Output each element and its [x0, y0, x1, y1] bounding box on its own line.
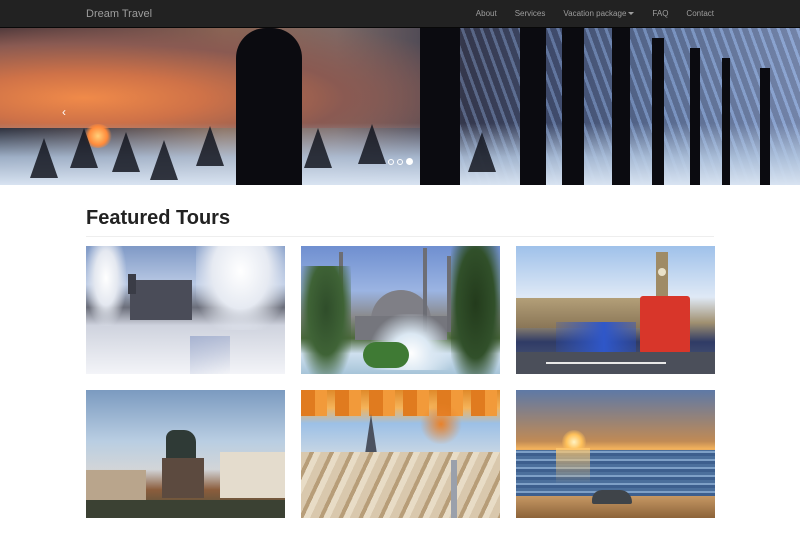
- tree-trunk: [236, 28, 302, 185]
- classical-building: [220, 452, 285, 498]
- carousel-indicator-active[interactable]: [406, 158, 413, 165]
- eiffel-tower: [365, 414, 377, 454]
- tree-silhouette: [112, 132, 140, 172]
- tree-silhouette: [196, 126, 224, 166]
- red-bus: [640, 296, 690, 354]
- snow-path: [190, 336, 230, 374]
- carousel-indicators: [388, 158, 413, 165]
- tree-trunk: [722, 58, 730, 185]
- avenue: [451, 460, 457, 518]
- tree-trunk: [652, 38, 664, 185]
- nav-item-about[interactable]: About: [467, 0, 506, 28]
- carousel-indicator[interactable]: [388, 158, 394, 165]
- nav-menu: About Services Vacation package FAQ Cont…: [467, 0, 714, 28]
- tour-tile-saint-petersburg[interactable]: [86, 390, 285, 518]
- nav-item-faq[interactable]: FAQ: [643, 0, 677, 28]
- tour-tile-snow-castle[interactable]: [86, 246, 285, 374]
- tree-silhouette: [30, 138, 58, 178]
- tour-tile-london[interactable]: [516, 246, 715, 374]
- tree-trunk: [562, 28, 584, 185]
- nav-item-contact[interactable]: Contact: [677, 0, 714, 28]
- nav-item-vacation-package[interactable]: Vacation package: [554, 0, 643, 28]
- carousel-prev-button[interactable]: ‹: [56, 104, 72, 120]
- hedge: [363, 342, 409, 368]
- tour-tile-paris[interactable]: [301, 390, 500, 518]
- tree-silhouette: [70, 128, 98, 168]
- hero-carousel: ‹: [0, 28, 800, 185]
- blue-bus-motion: [556, 322, 636, 352]
- top-navbar: Dream Travel About Services Vacation pac…: [0, 0, 800, 28]
- sun-reflection: [556, 448, 590, 484]
- tree-silhouette: [358, 124, 386, 164]
- tour-tile-blue-mosque[interactable]: [301, 246, 500, 374]
- road-marking: [546, 362, 666, 364]
- tree-trunk: [520, 28, 546, 185]
- tour-tile-sea-sunset[interactable]: [516, 390, 715, 518]
- clock-face: [658, 268, 666, 276]
- nav-item-services[interactable]: Services: [506, 0, 555, 28]
- left-building: [86, 470, 146, 500]
- tree-silhouette: [468, 132, 496, 172]
- beach-rock: [592, 490, 632, 504]
- frosted-tree: [196, 246, 285, 330]
- tree-trunk: [760, 68, 770, 185]
- garden-tree: [451, 246, 500, 374]
- tree-trunk: [612, 28, 630, 185]
- castle-tower: [128, 274, 136, 294]
- caret-down-icon: [628, 12, 635, 16]
- frosted-tree: [86, 246, 126, 326]
- horse-statue: [166, 430, 196, 460]
- featured-tours-title: Featured Tours: [86, 207, 231, 229]
- castle-silhouette: [130, 280, 192, 320]
- nav-item-vacation-package-label: Vacation package: [563, 9, 627, 18]
- fence: [86, 500, 285, 518]
- hanging-leaves: [419, 404, 463, 444]
- tree-trunk: [690, 48, 700, 185]
- chevron-left-icon: ‹: [62, 105, 66, 119]
- city-rooftops: [301, 452, 500, 518]
- brand-link[interactable]: Dream Travel: [86, 0, 152, 28]
- tree-trunk: [420, 28, 460, 185]
- carousel-indicator[interactable]: [397, 158, 403, 165]
- statue-pedestal: [162, 458, 204, 498]
- tree-silhouette: [304, 128, 332, 168]
- tree-silhouette: [150, 140, 178, 180]
- cypress-tree: [301, 266, 351, 374]
- title-divider: [86, 236, 714, 237]
- autumn-leaves: [301, 390, 500, 416]
